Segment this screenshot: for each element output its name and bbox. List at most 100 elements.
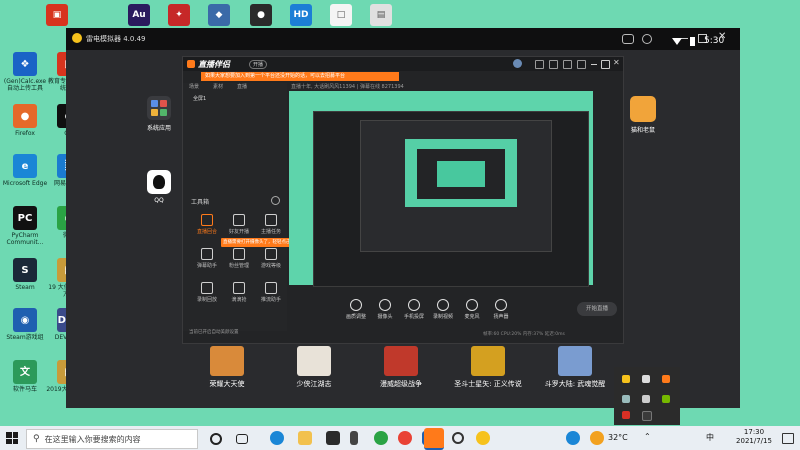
window-maximize-icon[interactable] — [601, 60, 610, 69]
tom-jerry-icon — [630, 96, 656, 122]
skin-icon[interactable] — [535, 60, 544, 69]
tray-cloud-icon[interactable] — [642, 375, 650, 383]
game-tile[interactable]: 少侠江湖志 — [279, 346, 349, 389]
start-live-button[interactable]: 开始直播 — [577, 302, 617, 316]
desktop-icon-label: Steam游戏组 — [6, 334, 44, 341]
settings-icon[interactable] — [642, 34, 652, 44]
notifications-icon[interactable] — [782, 433, 794, 444]
start-button[interactable] — [6, 432, 18, 444]
live-preview[interactable] — [289, 91, 593, 287]
desktop-icon[interactable]: 文软件马车 — [2, 360, 48, 393]
avatar[interactable] — [513, 59, 522, 68]
stats-bar: 帧率:60 CPU:20% 内存:37% 延迟:0ms — [483, 332, 565, 337]
desktop-icon[interactable]: ◉ Steam游戏组 — [2, 308, 48, 341]
tray-red-icon[interactable] — [622, 411, 630, 419]
android-app-qq[interactable]: QQ — [142, 170, 176, 204]
tool-item[interactable]: 游戏等级 — [251, 248, 291, 269]
version-badge: 开播 — [249, 60, 268, 69]
desktop-icon[interactable]: e Microsoft Edge — [2, 154, 48, 187]
preview-window-5 — [437, 161, 485, 187]
tab-scene[interactable]: 场景 — [189, 83, 199, 90]
game-tile[interactable]: 圣斗士星矢: 正义传说 — [453, 346, 523, 389]
notice-banner[interactable]: 如果大家想要加入到第一个平台还没开始的话，可以去招募平台 — [201, 72, 399, 81]
gear-icon[interactable] — [452, 432, 464, 444]
window-minimize-icon[interactable] — [591, 64, 597, 65]
tray-nvidia-icon[interactable] — [662, 395, 670, 403]
preview-window-3 — [405, 139, 517, 207]
toolbox-help-icon[interactable] — [271, 196, 280, 205]
game-tile[interactable]: 荣耀大天使 — [192, 346, 262, 389]
task-view-icon[interactable] — [236, 434, 248, 444]
desktop-icon[interactable]: PC PyCharm Communit... — [2, 206, 48, 246]
android-app-tom-jerry[interactable]: 猫和老鼠 — [624, 96, 662, 134]
control-label: 手机投屏 — [403, 314, 424, 320]
desktop-icon[interactable]: S Steam — [2, 258, 48, 291]
battery-icon — [690, 37, 695, 46]
clock[interactable]: 17:30 2021/7/15 — [734, 428, 774, 446]
android-app-system[interactable]: 系统应用 — [142, 96, 176, 132]
control-button[interactable]: 画质调整 — [341, 299, 371, 320]
desktop-top-icon[interactable]: HD — [290, 4, 312, 26]
tray-settings-icon[interactable] — [642, 395, 650, 403]
tab-material[interactable]: 素材 — [213, 83, 223, 90]
control-button[interactable]: 麦克风 — [457, 299, 487, 320]
desktop-app-icon: PC — [13, 206, 37, 230]
desktop-app-icon: ◉ — [13, 308, 37, 332]
control-button[interactable]: 扬声器 — [486, 299, 516, 320]
help-icon[interactable] — [566, 431, 580, 445]
search-box[interactable]: ⚲ 在这里输入你要搜索的内容 — [26, 429, 198, 449]
desktop-icon-label: Steam — [15, 284, 35, 291]
weather-temp: 32°C — [608, 433, 628, 442]
cortana-icon[interactable] — [210, 433, 222, 445]
preview-window-2 — [360, 120, 552, 252]
edge-icon[interactable] — [270, 431, 284, 445]
desktop-top-icon[interactable]: ✦ — [168, 4, 190, 26]
emulator-taskbar-icon[interactable] — [476, 431, 490, 445]
message-icon[interactable] — [549, 60, 558, 69]
desktop-top-icon[interactable]: ◆ — [208, 4, 230, 26]
tray-game-icon[interactable] — [662, 375, 670, 383]
weather-icon — [590, 431, 604, 445]
game-icon — [210, 346, 244, 376]
control-button[interactable]: 手机投屏 — [399, 299, 429, 320]
game-tile[interactable]: 漫威超级战争 — [366, 346, 436, 389]
control-icon — [495, 299, 507, 311]
desktop-top-icon[interactable]: ▣ — [46, 4, 68, 26]
tab-live[interactable]: 直播 — [237, 83, 247, 90]
tray-extra-icon[interactable] — [642, 411, 652, 421]
tray-network-icon[interactable] — [622, 395, 630, 403]
preview-window-4 — [417, 149, 505, 199]
tray-app-icon[interactable] — [622, 375, 630, 383]
desktop-top-icon[interactable]: ▤ — [370, 4, 392, 26]
tray-overflow-popup — [614, 367, 680, 425]
app-icon[interactable] — [326, 431, 340, 445]
game-tile[interactable]: 斗罗大陆: 武魂觉醒 — [540, 346, 610, 389]
window-close-icon[interactable]: ✕ — [613, 58, 620, 67]
tool-icon — [201, 282, 213, 294]
control-button[interactable]: 摄像头 — [370, 299, 400, 320]
menu-icon[interactable] — [577, 60, 586, 69]
game-label: 漫威超级战争 — [380, 380, 422, 388]
tool-item[interactable]: 推流助手 — [251, 282, 291, 303]
desktop-top-icon[interactable]: ● — [250, 4, 272, 26]
gift-icon[interactable] — [563, 60, 572, 69]
clock-time: 17:30 — [743, 428, 765, 436]
search-placeholder: 在这里输入你要搜索的内容 — [44, 434, 141, 444]
control-button[interactable]: 录制视频 — [428, 299, 458, 320]
tray-chevron-icon[interactable]: ⌃ — [644, 432, 651, 441]
desktop-icon[interactable]: ● Firefox — [2, 104, 48, 137]
bolt-icon[interactable] — [350, 431, 358, 445]
tool-item[interactable]: 主播任务 — [251, 214, 291, 235]
gamepad-icon[interactable] — [622, 34, 634, 44]
tool-icon — [233, 282, 245, 294]
desktop-icon[interactable]: ❖ (Gen)Calc.exe自动上传工具 — [2, 52, 48, 92]
desktop-top-icon[interactable]: □ — [330, 4, 352, 26]
chrome-icon[interactable] — [398, 431, 412, 445]
wechat-icon[interactable] — [374, 431, 388, 445]
stream-app-taskbar-icon[interactable] — [424, 428, 444, 450]
desktop-top-icon[interactable]: Au — [128, 4, 150, 26]
scene-item[interactable]: 全屏1 — [193, 95, 206, 102]
wifi-icon — [672, 38, 682, 45]
ime-indicator[interactable]: 中 — [706, 432, 714, 443]
explorer-icon[interactable] — [298, 431, 312, 445]
